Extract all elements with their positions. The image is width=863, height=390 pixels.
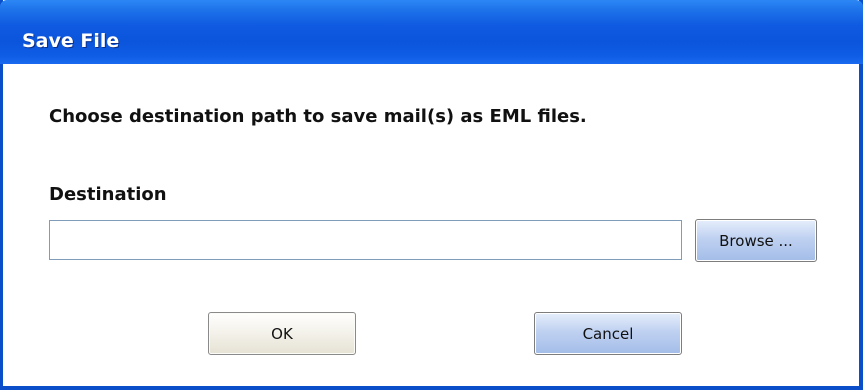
instruction-text: Choose destination path to save mail(s) …: [49, 106, 587, 127]
title-bar[interactable]: Save File: [0, 0, 863, 64]
save-file-dialog: Save File Choose destination path to sav…: [0, 0, 863, 390]
destination-path-input[interactable]: [49, 220, 682, 260]
ok-button-label: OK: [271, 324, 293, 343]
dialog-title: Save File: [22, 30, 120, 52]
cancel-button[interactable]: Cancel: [534, 312, 682, 355]
ok-button[interactable]: OK: [208, 312, 356, 355]
cancel-button-label: Cancel: [582, 324, 634, 343]
browse-button[interactable]: Browse ...: [695, 219, 817, 262]
destination-label: Destination: [49, 184, 167, 205]
browse-button-label: Browse ...: [719, 231, 793, 250]
